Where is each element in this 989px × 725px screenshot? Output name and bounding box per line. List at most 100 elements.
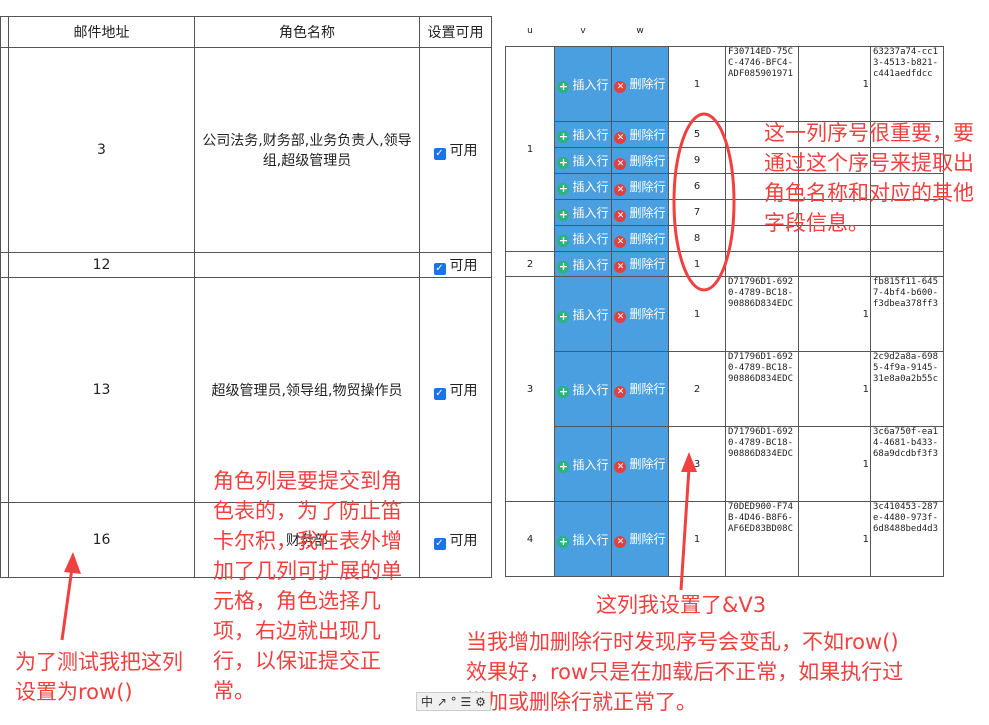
enabled-cell[interactable]: ✓ 可用 [419, 277, 492, 503]
seq-cell: 5 [668, 121, 726, 148]
delete-icon: ✕ [614, 461, 627, 473]
delete-icon: ✕ [614, 261, 627, 273]
seq-cell: 3 [668, 426, 726, 502]
delete-row-button[interactable]: ✕ 删除行 [611, 251, 669, 277]
enabled-label: 可用 [449, 143, 478, 159]
flag-cell: 1 [798, 276, 871, 352]
flag-cell: 1 [798, 501, 871, 577]
plus-icon: + [557, 384, 570, 398]
header-w: w [636, 26, 644, 36]
checkbox-icon[interactable]: ✓ [433, 388, 446, 400]
u-cell: 4 [505, 501, 555, 577]
id-cell: fb815f11-6457-4bf4-b600-f3dbea378ff3 [870, 276, 944, 352]
id-cell: 3c410453-287e-4480-973f-6d8488bed4d3 [870, 501, 944, 577]
delete-icon: ✕ [614, 157, 627, 170]
delete-row-button[interactable]: ✕ 删除行 [611, 121, 669, 148]
plus-icon: + [557, 79, 570, 93]
enabled-label: 可用 [449, 258, 478, 274]
guid-cell: D71796D1-6920-4789-BC18-90886D834EDC [725, 276, 799, 352]
delete-icon: ✕ [614, 311, 627, 323]
table-row: 12 ✓ 可用 [0, 252, 492, 278]
seq-cell: 1 [668, 501, 726, 577]
checkbox-icon[interactable]: ✓ [433, 148, 446, 160]
seq-cell: 6 [668, 173, 726, 200]
email-cell: 16 [8, 502, 195, 578]
insert-row-button[interactable]: + 插入行 [554, 251, 612, 277]
seq-note: 这一列序号很重要，要通过这个序号来提取出角色名称和对应的其他字段信息。 [764, 121, 974, 235]
delete-icon: ✕ [614, 235, 627, 248]
test-note: 为了测试我把这列设置为row() [15, 650, 183, 704]
enabled-cell[interactable]: ✓ 可用 [419, 47, 492, 253]
insert-row-button[interactable]: + 插入行 [554, 351, 612, 427]
table-row: 3 + 插入行 ✕ 删除行 1 D71796D1-6920-4789-BC18-90… [505, 276, 944, 502]
plus-icon: + [557, 309, 570, 323]
plus-icon: + [557, 534, 570, 548]
bottom-note: 当我增加删除行时发现序号会变乱，不如row()效果好，row只是在加载后不正常，… [466, 630, 904, 714]
delete-row-button[interactable]: ✕ 删除行 [611, 46, 669, 122]
delete-icon: ✕ [614, 386, 627, 398]
delete-row-button[interactable]: ✕ 删除行 [611, 426, 669, 502]
flag-cell: 1 [798, 46, 871, 122]
insert-row-button[interactable]: + 插入行 [554, 501, 612, 577]
plus-icon: + [557, 259, 570, 273]
insert-row-button[interactable]: + 插入行 [554, 426, 612, 502]
delete-row-button[interactable]: ✕ 删除行 [611, 501, 669, 577]
insert-row-button[interactable]: + 插入行 [554, 225, 612, 252]
table-row: 2 + 插入行 ✕ 删除行 1 [505, 251, 944, 277]
flag-cell: 1 [798, 351, 871, 427]
insert-row-button[interactable]: + 插入行 [554, 147, 612, 174]
header-u: u [527, 26, 533, 36]
guid-cell: D71796D1-6920-4789-BC18-90886D834EDC [725, 351, 799, 427]
delete-row-button[interactable]: ✕ 删除行 [611, 276, 669, 352]
role-cell: 公司法务,财务部,业务负责人,领导组,超级管理员 [194, 47, 420, 253]
seq-cell: 2 [668, 351, 726, 427]
delete-row-button[interactable]: ✕ 删除行 [611, 173, 669, 200]
plus-icon: + [557, 459, 570, 473]
table-row: 3 公司法务,财务部,业务负责人,领导组,超级管理员 ✓ 可用 [0, 47, 492, 253]
delete-icon: ✕ [614, 536, 627, 548]
delete-row-button[interactable]: ✕ 删除行 [611, 225, 669, 252]
ime-status-bar[interactable]: 中 ↗ ° ☰ ⚙ [416, 692, 491, 711]
insert-row-button[interactable]: + 插入行 [554, 173, 612, 200]
insert-row-button[interactable]: + 插入行 [554, 46, 612, 122]
plus-icon: + [557, 234, 570, 247]
header-role: 角色名称 [194, 16, 420, 48]
delete-row-button[interactable]: ✕ 删除行 [611, 199, 669, 226]
table-row: + 插入行 ✕ 删除行 2 D71796D1-6920-4789-BC18-9088… [506, 351, 944, 427]
enabled-cell[interactable]: ✓ 可用 [419, 252, 492, 278]
plus-icon: + [557, 130, 570, 143]
email-cell: 13 [8, 277, 195, 503]
u-cell: 1 [505, 46, 555, 252]
enabled-label: 可用 [449, 383, 478, 399]
checkbox-icon[interactable]: ✓ [433, 263, 446, 275]
delete-icon: ✕ [614, 131, 627, 144]
role-note: 角色列是要提交到角色表的，为了防止笛卡尔积，我在表外增加了几列可扩展的单元格，角… [213, 469, 402, 703]
delete-row-button[interactable]: ✕ 删除行 [611, 351, 669, 427]
insert-row-button[interactable]: + 插入行 [554, 121, 612, 148]
seq-cell: 1 [668, 46, 726, 122]
delete-icon: ✕ [614, 209, 627, 222]
seq-cell: 1 [668, 251, 726, 277]
guid-cell: 70DED900-F74B-4D46-B8F6-AF6ED83BD08C [725, 501, 799, 577]
checkbox-icon[interactable]: ✓ [433, 538, 446, 550]
enabled-cell[interactable]: ✓ 可用 [419, 502, 492, 578]
id-cell: 2c9d2a8a-6985-4f9a-9145-31e8a0a2b55c [870, 351, 944, 427]
seq-cell: 7 [668, 199, 726, 226]
right-table: u v w 1 + 插入行 ✕ 删除行 1 F30714ED-75CC-4746-B… [505, 16, 944, 577]
delete-icon: ✕ [614, 183, 627, 196]
delete-icon: ✕ [614, 81, 627, 93]
guid-cell: D71796D1-6920-4789-BC18-90886D834EDC [725, 426, 799, 502]
insert-row-button[interactable]: + 插入行 [554, 199, 612, 226]
id-cell: 63237a74-cc13-4513-b821-c441aedfdcc [870, 46, 944, 122]
delete-row-button[interactable]: ✕ 删除行 [611, 147, 669, 174]
guid-cell: F30714ED-75CC-4746-BFC4-ADF085901971 [725, 46, 799, 122]
plus-icon: + [557, 208, 570, 221]
left-header-row: 邮件地址 角色名称 设置可用 [0, 16, 492, 48]
table-row: + 插入行 ✕ 删除行 3 D71796D1-6920-4789-BC18-9088… [506, 426, 944, 502]
insert-row-button[interactable]: + 插入行 [554, 276, 612, 352]
role-cell [194, 252, 420, 278]
arrow-test [60, 567, 74, 641]
right-header-row: u v w [506, 16, 944, 47]
table-row: 1 + 插入行 ✕ 删除行 1 F30714ED-75CC-4746-BFC4-AD… [505, 46, 944, 252]
seq-cell: 1 [668, 276, 726, 352]
